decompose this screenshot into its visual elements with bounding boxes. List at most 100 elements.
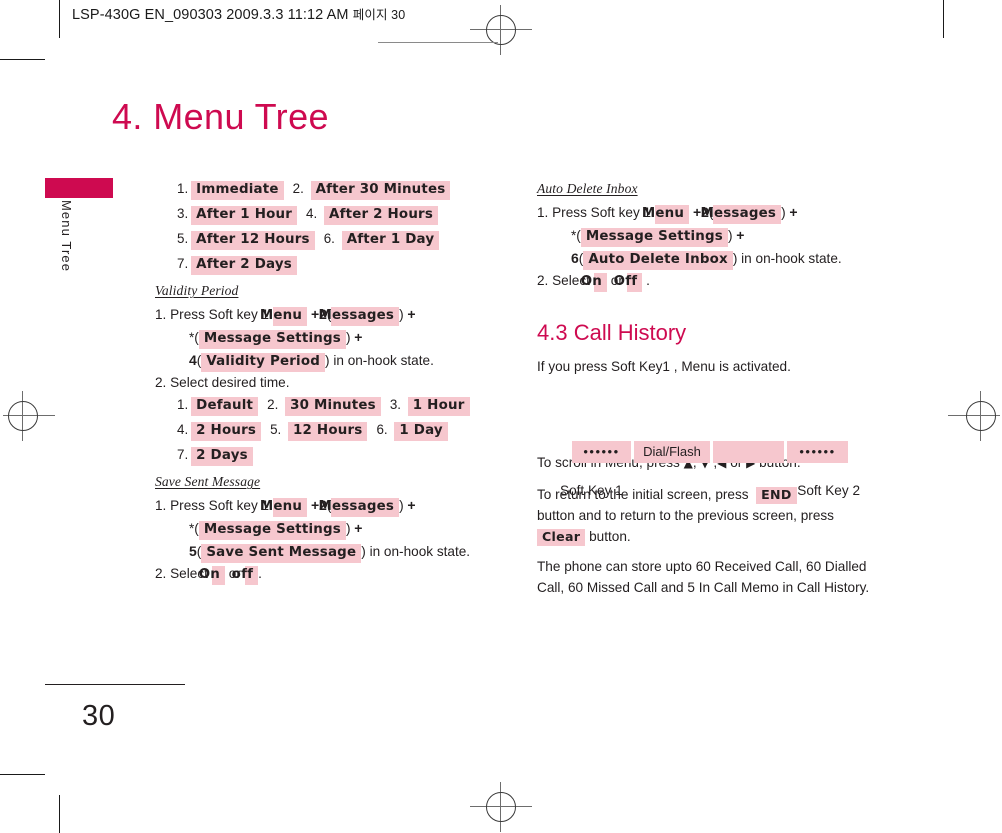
option-chip[interactable]: After 1 Day	[341, 231, 440, 250]
option-number: 2.	[267, 397, 279, 413]
step-text: 1. Press Soft key 1	[537, 205, 652, 221]
key-chip-validity-period[interactable]: Validity Period	[201, 353, 326, 372]
key-chip-end[interactable]: END	[756, 486, 797, 505]
onhook-text: ) in on-hook state.	[732, 251, 842, 267]
sidebar-tab-label: Menu Tree	[59, 200, 74, 273]
option-chip[interactable]: 1 Hour	[407, 397, 470, 416]
option-number: 4.	[177, 422, 189, 438]
key-number: 4	[189, 352, 197, 369]
page-title: 4. Menu Tree	[112, 96, 329, 137]
option-chip[interactable]: 1 Day	[394, 422, 448, 441]
softkey-label-left: Soft Key 1	[560, 483, 623, 498]
step-text: 1. Press Soft key 1	[155, 307, 270, 323]
option-row: 1. Default 2. 30 Minutes 3. 1 Hour	[177, 394, 505, 416]
delivery-options-list: 1. Immediate 2. After 30 Minutes 3. After 1…	[155, 178, 505, 275]
option-chip[interactable]: Default	[191, 397, 259, 416]
star-key: *	[189, 330, 195, 346]
star-key: *	[571, 228, 577, 244]
option-number: 5.	[177, 231, 189, 247]
option-chip[interactable]: 12 Hours	[288, 422, 368, 441]
softkey-box-1[interactable]: ••••••	[572, 441, 631, 463]
save-sent-step-2: 2. Select On or off.	[155, 563, 505, 586]
option-chip[interactable]: Immediate	[191, 181, 284, 200]
toggle-chip-on[interactable]: On	[199, 566, 226, 586]
softkey-box-2-label: Dial/Flash	[643, 444, 701, 459]
option-row: 7. 2 Days	[177, 444, 505, 466]
option-chip[interactable]: After 30 Minutes	[310, 181, 451, 200]
auto-delete-step-1c: 6(Auto Delete Inbox) in on-hook state.	[571, 247, 892, 270]
option-chip[interactable]: After 12 Hours	[191, 231, 315, 250]
section-title-call-history: 4.3 Call History	[537, 320, 687, 346]
softkey-box-2[interactable]: Dial/Flash	[634, 441, 710, 463]
toggle-chip-on[interactable]: On	[581, 273, 608, 292]
toggle-chip-off[interactable]: Off	[614, 273, 643, 292]
auto-delete-step-1b: *(Message Settings) +	[571, 224, 892, 247]
option-row: 4. 2 Hours 5. 12 Hours 6. 1 Day	[177, 419, 505, 441]
registration-mark-left	[3, 391, 55, 441]
key-chip-message-settings[interactable]: Message Settings	[580, 228, 728, 247]
option-number: 3.	[177, 206, 189, 222]
validity-period-step-1c: 4(Validity Period) in on-hook state.	[189, 349, 505, 372]
option-number: 1.	[177, 397, 189, 413]
option-number: 6.	[323, 231, 335, 247]
key-chip-clear[interactable]: Clear	[537, 528, 586, 547]
softkey-box-4[interactable]: ••••••	[787, 441, 848, 463]
option-chip[interactable]: After 2 Hours	[324, 206, 439, 225]
key-chip-messages[interactable]: Messages	[700, 205, 782, 224]
key-chip-message-settings[interactable]: Message Settings	[198, 330, 346, 349]
option-row: 3. After 1 Hour 4. After 2 Hours	[177, 203, 505, 225]
right-column: Auto Delete Inbox 1. Press Soft key 1 Me…	[537, 178, 892, 607]
validity-period-step-2: 2. Select desired time.	[155, 375, 290, 391]
key-chip-messages[interactable]: Messages	[318, 498, 400, 518]
print-slug: LSP-430G EN_090303 2009.3.3 11:12 AM 페이지…	[72, 4, 405, 23]
crop-mark-top-right-v	[943, 0, 945, 38]
toggle-chip-off[interactable]: off	[232, 566, 259, 586]
option-chip[interactable]: 2 Hours	[191, 422, 262, 441]
softkey-display-strip: •••••• Dial/Flash ••••••	[572, 441, 852, 463]
validity-period-step-1b: *(Message Settings) +	[189, 326, 505, 349]
crop-mark-bottom-left-v	[59, 795, 61, 833]
crop-mark-top-left-h	[0, 59, 45, 61]
key-number: 6	[571, 250, 579, 267]
key-chip-menu[interactable]: Menu	[642, 205, 690, 224]
period: .	[646, 273, 650, 289]
crop-mark-top-left-v	[59, 0, 61, 38]
option-number: 6.	[376, 422, 388, 438]
validity-period-step-1: 1. Press Soft key 1 Menu +2(Messages) +	[155, 303, 505, 326]
plus-sign: +	[407, 497, 416, 514]
key-chip-message-settings[interactable]: Message Settings	[198, 521, 346, 541]
registration-mark-bottom	[470, 782, 532, 832]
option-chip[interactable]: 30 Minutes	[285, 397, 381, 416]
option-row: 5. After 12 Hours 6. After 1 Day	[177, 228, 505, 250]
left-column: 1. Immediate 2. After 30 Minutes 3. After 1…	[155, 178, 505, 586]
save-sent-step-1: 1. Press Soft key 1 Menu +2(Messages) +	[155, 494, 505, 518]
option-chip[interactable]: 2 Days	[191, 447, 253, 466]
onhook-text: ) in on-hook state.	[325, 353, 434, 369]
plus-sign: +	[789, 204, 798, 221]
plus-sign: +	[407, 306, 416, 323]
key-number: 5	[189, 543, 197, 560]
print-slug-text: LSP-430G EN_090303 2009.3.3 11:12 AM	[72, 7, 349, 23]
onhook-text: ) in on-hook state.	[361, 544, 471, 560]
key-chip-auto-delete-inbox[interactable]: Auto Delete Inbox	[583, 251, 733, 270]
key-chip-save-sent-message[interactable]: Save Sent Message	[201, 544, 362, 564]
storage-capacity-note: The phone can store upto 60 Received Cal…	[537, 558, 870, 595]
option-number: 5.	[270, 422, 282, 438]
plus-sign: +	[736, 227, 745, 244]
option-number: 7.	[177, 447, 189, 463]
softkey-box-4-label: ••••••	[799, 444, 836, 459]
softkey-label-right: Soft Key 2	[797, 483, 860, 498]
option-chip[interactable]: After 1 Hour	[191, 206, 298, 225]
crop-mark-bottom-left-h	[0, 774, 45, 776]
option-number: 1.	[177, 181, 189, 196]
softkey-box-3[interactable]	[713, 441, 784, 463]
key-chip-menu[interactable]: Menu	[260, 307, 308, 326]
slug-underline	[378, 42, 498, 44]
key-chip-messages[interactable]: Messages	[318, 307, 400, 326]
print-slug-korean: 페이지 30	[352, 8, 406, 22]
option-chip[interactable]: After 2 Days	[191, 256, 297, 275]
option-number: 4.	[306, 206, 318, 222]
return-text-c: button.	[589, 528, 631, 544]
registration-mark-top	[470, 5, 532, 55]
key-chip-menu[interactable]: Menu	[260, 498, 308, 518]
